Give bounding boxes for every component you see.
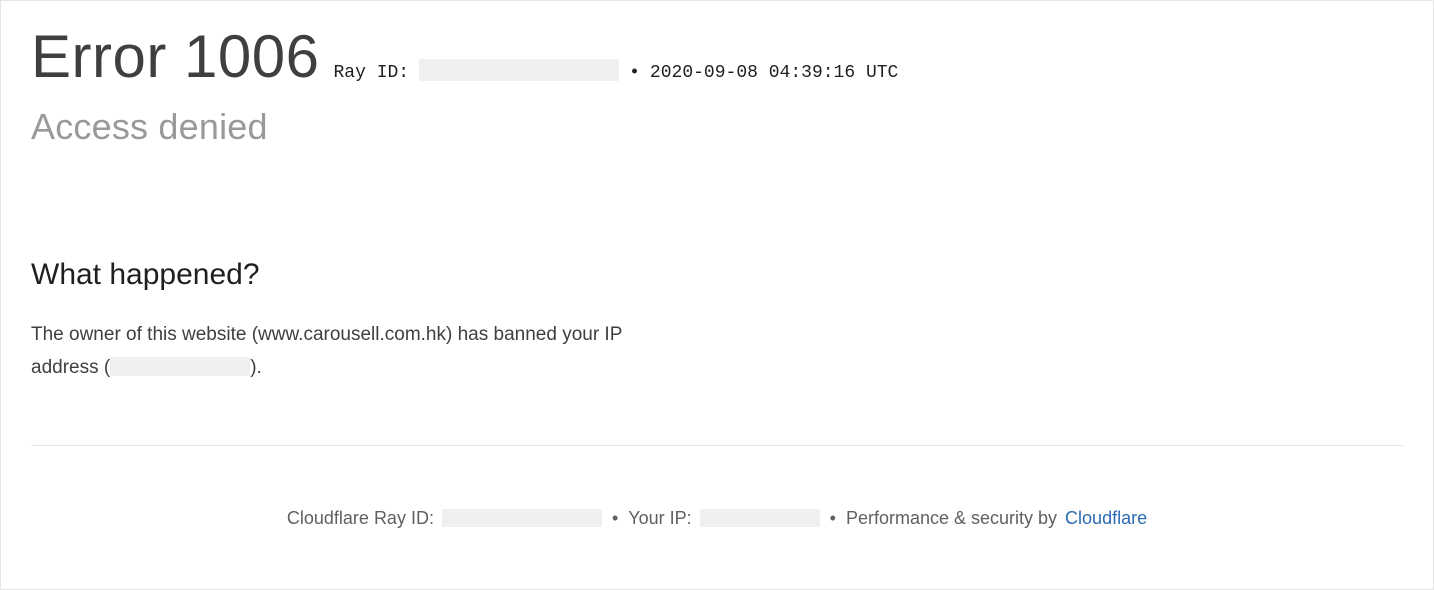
explanation-text: The owner of this website (www.carousell… [31,318,671,385]
footer-row: Cloudflare Ray ID: • Your IP: • Performa… [287,506,1147,529]
footer: Cloudflare Ray ID: • Your IP: • Performa… [31,506,1403,529]
ray-id-value-redacted [419,59,619,81]
footer-ray-id-redacted [442,509,602,527]
timestamp: 2020-09-08 04:39:16 UTC [650,63,898,83]
bullet-separator: • [629,64,640,82]
access-denied-subheading: Access denied [31,106,1403,148]
ip-address-redacted [110,357,250,376]
footer-your-ip-label: Your IP: [628,508,691,529]
footer-separator-1: • [610,508,620,529]
cloudflare-link[interactable]: Cloudflare [1065,508,1147,529]
footer-ray-id-label: Cloudflare Ray ID: [287,508,434,529]
heading-row: Error 1006 Ray ID: • 2020-09-08 04:39:16… [31,25,1403,88]
error-page-container: Error 1006 Ray ID: • 2020-09-08 04:39:16… [0,0,1434,590]
explanation-suffix: ). [250,357,262,378]
footer-perf-label: Performance & security by [846,508,1057,529]
footer-divider [31,445,1403,446]
what-happened-heading: What happened? [31,258,1403,292]
meta-line: Ray ID: • 2020-09-08 04:39:16 UTC [333,55,898,83]
footer-separator-2: • [828,508,838,529]
footer-ip-redacted [700,509,820,527]
ray-id-label: Ray ID: [333,63,409,83]
error-code-title: Error 1006 [31,25,319,88]
